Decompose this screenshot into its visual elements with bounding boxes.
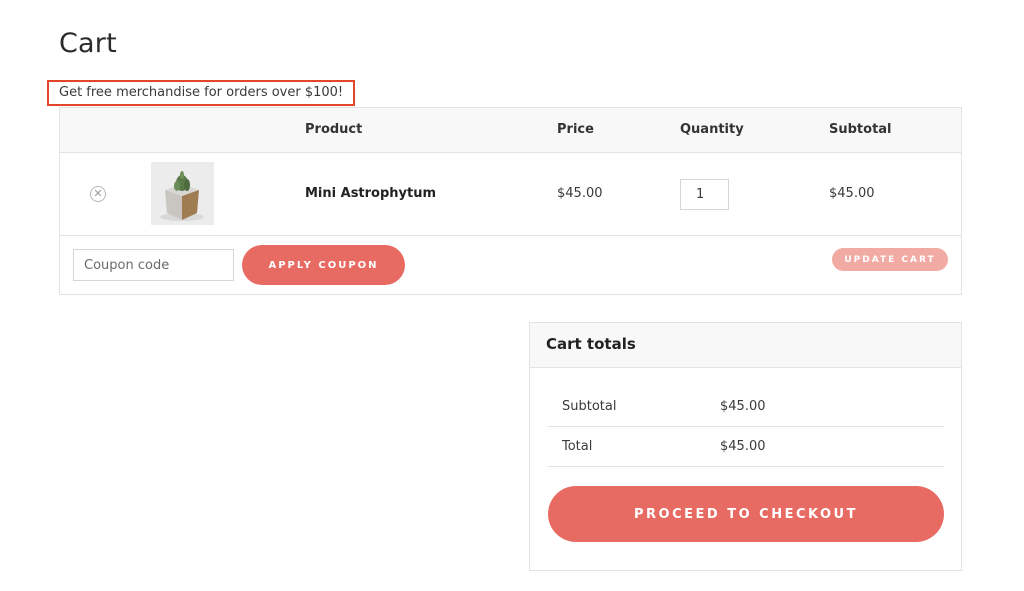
totals-subtotal-value: $45.00	[720, 399, 766, 414]
proceed-to-checkout-button[interactable]: PROCEED TO CHECKOUT	[548, 486, 944, 542]
header-product: Product	[305, 122, 363, 137]
totals-subtotal-label: Subtotal	[562, 399, 617, 414]
coupon-code-input[interactable]	[73, 249, 234, 281]
cart-totals-panel: Cart totals Subtotal $45.00 Total $45.00…	[529, 322, 962, 571]
totals-total-label: Total	[562, 439, 593, 454]
product-name[interactable]: Mini Astrophytum	[305, 186, 436, 201]
remove-item-icon[interactable]: ✕	[90, 186, 106, 202]
header-price: Price	[557, 122, 594, 137]
apply-coupon-button[interactable]: APPLY COUPON	[242, 245, 405, 285]
cart-table: Product Price Quantity Subtotal ✕ Mini A…	[59, 107, 962, 295]
product-price: $45.00	[557, 186, 603, 201]
product-subtotal: $45.00	[829, 186, 875, 201]
cart-item-row: ✕ Mini Astrophytum $45.00 $45.00	[60, 153, 961, 236]
update-cart-button[interactable]: UPDATE CART	[832, 248, 948, 271]
quantity-input[interactable]	[680, 179, 729, 210]
cart-totals-header: Cart totals	[530, 323, 961, 368]
cart-totals-title: Cart totals	[546, 335, 636, 353]
header-subtotal: Subtotal	[829, 122, 892, 137]
header-quantity: Quantity	[680, 122, 744, 137]
cactus-pot-icon	[151, 162, 214, 225]
cart-table-header: Product Price Quantity Subtotal	[60, 108, 961, 153]
totals-row-subtotal: Subtotal $45.00	[548, 387, 944, 427]
totals-total-value: $45.00	[720, 439, 766, 454]
totals-row-total: Total $45.00	[548, 427, 944, 467]
free-merchandise-notice: Get free merchandise for orders over $10…	[47, 80, 355, 106]
product-thumbnail[interactable]	[151, 162, 214, 225]
page-title: Cart	[59, 28, 117, 59]
